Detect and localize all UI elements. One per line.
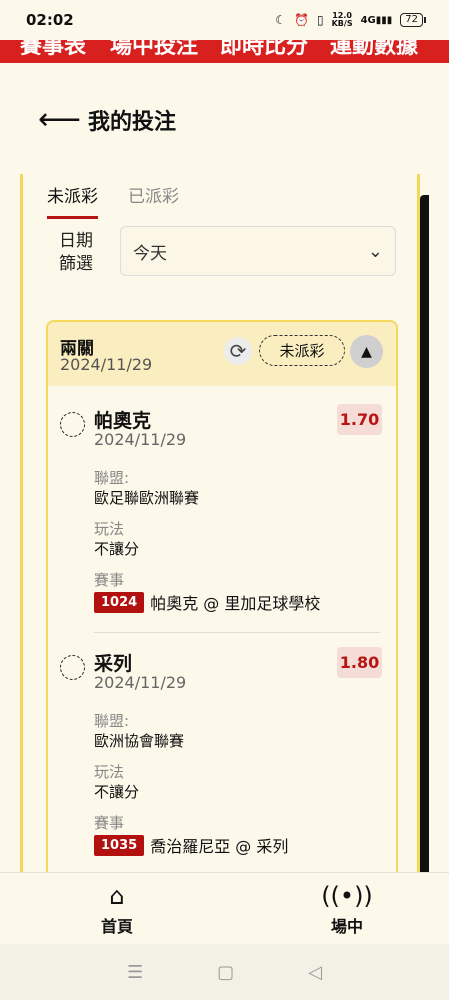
divider [94,632,380,633]
top-nav-item-schedule[interactable]: 賽事表 [20,40,86,60]
date-filter-label: 日期 篩選 [59,231,93,274]
bottom-nav-live[interactable]: ((•)) 場中 [307,881,387,937]
match-name: 帕奧克 @ 里加足球學校 [150,594,321,613]
back-triangle-icon[interactable]: ◁ [308,962,322,983]
system-nav-bar: ☰ ▢ ◁ [0,944,449,1000]
bet-group-header: 兩關 2024/11/29 ⟳ 未派彩 ▲ [48,322,396,386]
page-title: 我的投注 [88,110,177,135]
home-square-icon[interactable]: ▢ [217,962,234,983]
date-filter-value: 今天 [133,243,167,264]
date-filter-select[interactable]: 今天 ⌄ [120,226,396,276]
signal-icon: 4G▮▮▮ [360,14,393,26]
home-icon: ⌂ [109,882,125,910]
bet-status-tabs: 未派彩 已派彩 [47,182,179,219]
league-value: 歐足聯歐洲聯賽 [94,489,200,507]
chevron-down-icon: ⌄ [367,240,383,262]
bet-type-value: 不讓分 [94,540,140,558]
page-header: ⟵ 我的投注 [0,90,449,150]
status-icons: ☾ ⏰ ▯ 12.0 KB/S 4G▮▮▮ 72 [275,11,426,28]
selection-name: 帕奧克 [94,410,152,432]
chevron-up-icon[interactable]: ▲ [350,335,383,368]
league-label: 聯盟: [94,712,130,730]
match-info: 1035 喬治羅尼亞 @ 采列 [94,833,288,857]
match-label: 賽事 [94,571,125,589]
tab-settled[interactable]: 已派彩 [128,182,179,217]
vibrate-icon: ▯ [316,13,324,27]
selection-date: 2024/11/29 [94,430,187,449]
bet-type-label: 玩法 [94,763,125,781]
odds-badge: 1.70 [337,404,382,435]
bets-panel: 未派彩 已派彩 日期 篩選 今天 ⌄ 兩關 2024/11/29 ⟳ 未派彩 ▲… [20,174,420,880]
scrollbar[interactable] [420,195,429,875]
bottom-nav-live-label: 場中 [330,917,363,936]
selection-item: 采列 2024/11/29 1.80 聯盟: 歐洲協會聯賽 玩法 不讓分 賽事 … [48,647,396,877]
menu-icon[interactable]: ☰ [127,962,143,983]
status-time: 02:02 [26,11,74,29]
top-nav-item-live-betting[interactable]: 場中投注 [110,40,198,60]
match-info: 1024 帕奧克 @ 里加足球學校 [94,590,320,614]
league-label: 聯盟: [94,469,130,487]
match-label: 賽事 [94,814,125,832]
bottom-nav: ⌂ 首頁 ((•)) 場中 [0,872,449,944]
refresh-icon[interactable]: ⟳ [224,337,252,365]
alarm-icon: ⏰ [294,13,309,27]
match-number: 1035 [94,834,145,856]
bet-type-label: 玩法 [94,520,125,538]
top-nav: 賽事表 場中投注 即時比分 運動數據 [0,40,449,63]
bet-group-date: 2024/11/29 [60,355,153,374]
match-number: 1024 [94,591,145,613]
broadcast-icon: ((•)) [321,882,373,910]
selection-date: 2024/11/29 [94,673,187,692]
bet-type-value: 不讓分 [94,783,140,801]
league-value: 歐洲協會聯賽 [94,732,185,750]
back-arrow-icon[interactable]: ⟵ [38,105,81,135]
moon-icon: ☾ [275,13,287,27]
bet-group-card: 兩關 2024/11/29 ⟳ 未派彩 ▲ 帕奧克 2024/11/29 1.7… [46,320,398,880]
top-nav-item-sports-data[interactable]: 運動數據 [330,40,418,60]
selection-radio[interactable] [60,655,85,680]
bet-status-badge: 未派彩 [259,335,345,366]
bottom-nav-home-label: 首頁 [100,917,133,936]
selection-name: 采列 [94,653,133,675]
match-name: 喬治羅尼亞 @ 采列 [150,837,289,856]
top-nav-item-live-scores[interactable]: 即時比分 [220,40,308,60]
selection-radio[interactable] [60,412,85,437]
tab-unsettled[interactable]: 未派彩 [47,182,98,219]
battery-icon: 72 [400,13,426,27]
status-bar: 02:02 ☾ ⏰ ▯ 12.0 KB/S 4G▮▮▮ 72 [0,0,449,40]
selection-item: 帕奧克 2024/11/29 1.70 聯盟: 歐足聯歐洲聯賽 玩法 不讓分 賽… [48,404,396,634]
odds-badge: 1.80 [337,647,382,678]
bottom-nav-home[interactable]: ⌂ 首頁 [77,881,157,937]
network-speed: 12.0 KB/S [331,11,353,28]
